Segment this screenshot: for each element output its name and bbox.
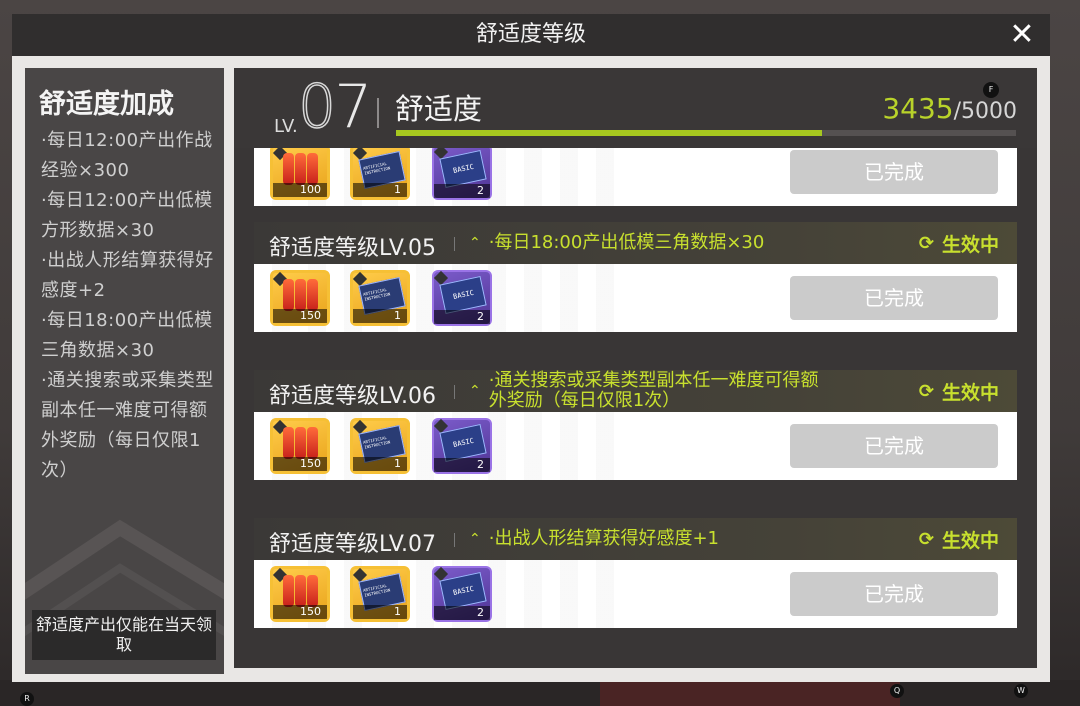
card-label: BASIC xyxy=(452,584,475,597)
hotkey-q-icon: Q xyxy=(890,684,904,698)
reward-row: 150 ARTIFICIAL INSTRUCTION 1 BASIC 2 已完成 xyxy=(254,412,1017,480)
level-row-title: 舒适度等级LV.07 xyxy=(269,532,437,557)
item-count: 1 xyxy=(353,605,407,619)
chevron-up-icon: ⌃ xyxy=(469,383,481,399)
hotkey-w-icon: W xyxy=(1014,684,1028,698)
completed-button[interactable]: 已完成 xyxy=(790,572,998,616)
level-row-bonus: ⌃ ·通关搜索或采集类型副本任一难度可得额外奖励（每日仅限1次） xyxy=(469,370,829,412)
dialog-title: 舒适度等级 xyxy=(475,22,586,47)
card-label: BASIC xyxy=(452,162,475,175)
comfort-progress-bar xyxy=(396,130,1016,136)
ammo-box-icon[interactable]: 100 xyxy=(270,148,330,200)
card-label: BASIC xyxy=(452,436,475,449)
level-row-bonus: ⌃ ·出战人形结算获得好感度+1 xyxy=(469,518,719,560)
level-prefix: LV. xyxy=(274,116,298,137)
item-count: 1 xyxy=(353,309,407,323)
level-row-bonus: ⌃ ·每日18:00产出低模三角数据×30 xyxy=(469,222,764,264)
basic-card-icon[interactable]: BASIC 2 xyxy=(432,418,492,474)
status-text: 生效中 xyxy=(941,381,999,404)
comfort-score: 3435/5000 xyxy=(882,92,1017,125)
data-card-icon[interactable]: ARTIFICIAL INSTRUCTION 1 xyxy=(350,418,410,474)
level-divider xyxy=(377,98,379,128)
level-row-header: 舒适度等级LV.07 ⌃ ·出战人形结算获得好感度+1 ⟳ 生效中 xyxy=(254,518,1017,560)
level-row-header: 舒适度等级LV.05 ⌃ ·每日18:00产出低模三角数据×30 ⟳ 生效中 xyxy=(254,222,1017,264)
row-divider xyxy=(454,385,455,399)
comfort-progress-fill xyxy=(396,130,822,136)
reward-row: 150 ARTIFICIAL INSTRUCTION 1 BASIC 2 已完成 xyxy=(254,264,1017,332)
completed-button[interactable]: 已完成 xyxy=(790,276,998,320)
row-divider xyxy=(454,237,455,251)
bonus-item: ·每日12:00产出作战经验×300 xyxy=(41,130,213,181)
status-badge: ⟳ 生效中 xyxy=(919,222,999,264)
item-count: 1 xyxy=(353,457,407,471)
level-number: 07 xyxy=(297,71,372,143)
status-text: 生效中 xyxy=(941,233,999,256)
bonus-item: ·通关搜索或采集类型副本任一难度可得额外奖励（每日仅限1次） xyxy=(41,370,214,481)
bonus-text: ·每日18:00产出低模三角数据×30 xyxy=(488,232,765,253)
level-row-title: 舒适度等级LV.06 xyxy=(269,384,437,409)
comfort-score-value: 3435 xyxy=(882,92,954,125)
level-row-header: 舒适度等级LV.06 ⌃ ·通关搜索或采集类型副本任一难度可得额外奖励（每日仅限1次… xyxy=(254,370,1017,412)
bonus-item: ·每日18:00产出低模三角数据×30 xyxy=(41,310,213,361)
reward-row: 100 ARTIFICIAL INSTRUCTION 1 BASIC 2 已完成 xyxy=(254,148,1017,206)
basic-card-icon[interactable]: BASIC 2 xyxy=(432,566,492,622)
item-count: 2 xyxy=(434,184,490,198)
refresh-icon: ⟳ xyxy=(918,380,934,402)
row-divider xyxy=(454,533,455,547)
card-label: ARTIFICIAL INSTRUCTION xyxy=(362,434,391,450)
data-card-icon[interactable]: ARTIFICIAL INSTRUCTION 1 xyxy=(350,270,410,326)
level-label: 舒适度 xyxy=(395,92,483,126)
card-label: BASIC xyxy=(452,288,475,301)
completed-button[interactable]: 已完成 xyxy=(790,150,998,194)
basic-card-icon[interactable]: BASIC 2 xyxy=(432,270,492,326)
level-list-panel: LV. 07 舒适度 F 3435/5000 100 ARTIFICIAL INS… xyxy=(234,68,1037,668)
close-icon[interactable]: ✕ xyxy=(1006,19,1038,51)
comfort-level-dialog: 舒适度等级 ✕ 舒适度加成 ·每日12:00产出作战经验×300 ·每日12:0… xyxy=(12,14,1050,682)
bonus-panel-title: 舒适度加成 xyxy=(39,89,174,120)
dialog-titlebar: 舒适度等级 ✕ xyxy=(12,14,1050,56)
completed-button[interactable]: 已完成 xyxy=(790,424,998,468)
item-count: 150 xyxy=(273,605,327,619)
status-badge: ⟳ 生效中 xyxy=(919,518,999,560)
item-count: 2 xyxy=(434,458,490,472)
card-label: ARTIFICIAL INSTRUCTION xyxy=(362,160,391,176)
ammo-box-icon[interactable]: 150 xyxy=(270,566,330,622)
basic-card-icon[interactable]: BASIC 2 xyxy=(432,148,492,200)
ammo-box-icon[interactable]: 150 xyxy=(270,418,330,474)
bonus-text: ·通关搜索或采集类型副本任一难度可得额外奖励（每日仅限1次） xyxy=(488,370,819,411)
status-badge: ⟳ 生效中 xyxy=(919,370,999,412)
reward-row: 150 ARTIFICIAL INSTRUCTION 1 BASIC 2 已完成 xyxy=(254,560,1017,628)
level-list[interactable]: 100 ARTIFICIAL INSTRUCTION 1 BASIC 2 已完成 舒适度等级… xyxy=(254,148,1017,668)
background-bottom xyxy=(0,680,1080,706)
card-label: ARTIFICIAL INSTRUCTION xyxy=(362,286,391,302)
refresh-icon: ⟳ xyxy=(918,528,934,550)
item-count: 150 xyxy=(273,457,327,471)
chevron-up-icon: ⌃ xyxy=(469,235,481,251)
item-count: 100 xyxy=(273,183,327,197)
bonus-list: ·每日12:00产出作战经验×300 ·每日12:00产出低模方形数据×30 ·… xyxy=(41,126,217,486)
card-label: ARTIFICIAL INSTRUCTION xyxy=(362,582,391,598)
item-count: 2 xyxy=(434,606,490,620)
bonus-item: ·每日12:00产出低模方形数据×30 xyxy=(41,190,213,241)
data-card-icon[interactable]: ARTIFICIAL INSTRUCTION 1 xyxy=(350,566,410,622)
comfort-note: 舒适度产出仅能在当天领取 xyxy=(32,610,216,660)
item-count: 1 xyxy=(353,183,407,197)
hotkey-r-icon: R xyxy=(20,692,34,706)
item-count: 150 xyxy=(273,309,327,323)
comfort-bonus-panel: 舒适度加成 ·每日12:00产出作战经验×300 ·每日12:00产出低模方形数… xyxy=(25,68,224,674)
chevron-up-icon: ⌃ xyxy=(469,531,481,547)
refresh-icon: ⟳ xyxy=(918,232,934,254)
data-card-icon[interactable]: ARTIFICIAL INSTRUCTION 1 xyxy=(350,148,410,200)
bonus-item: ·出战人形结算获得好感度+2 xyxy=(41,250,214,301)
bonus-text: ·出战人形结算获得好感度+1 xyxy=(488,528,719,549)
item-count: 2 xyxy=(434,310,490,324)
ammo-box-icon[interactable]: 150 xyxy=(270,270,330,326)
status-text: 生效中 xyxy=(941,529,999,552)
level-header: LV. 07 舒适度 F 3435/5000 xyxy=(234,68,1037,148)
comfort-score-max: /5000 xyxy=(953,99,1017,124)
level-row-title: 舒适度等级LV.05 xyxy=(269,236,437,261)
